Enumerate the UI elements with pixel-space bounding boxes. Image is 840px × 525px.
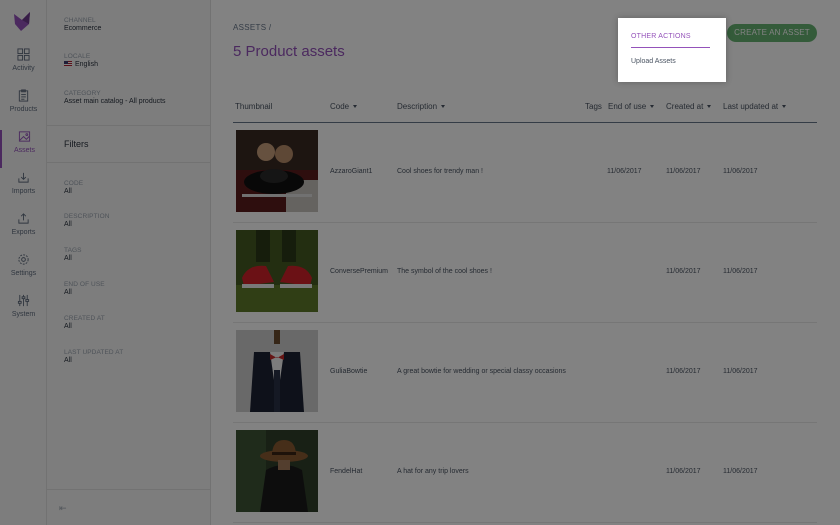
menu-title-underline — [631, 47, 710, 48]
other-actions-title[interactable]: OTHER ACTIONS — [631, 33, 691, 40]
other-actions-dropdown: OTHER ACTIONS Upload Assets — [618, 18, 726, 82]
upload-assets-menu-item[interactable]: Upload Assets — [631, 58, 676, 65]
